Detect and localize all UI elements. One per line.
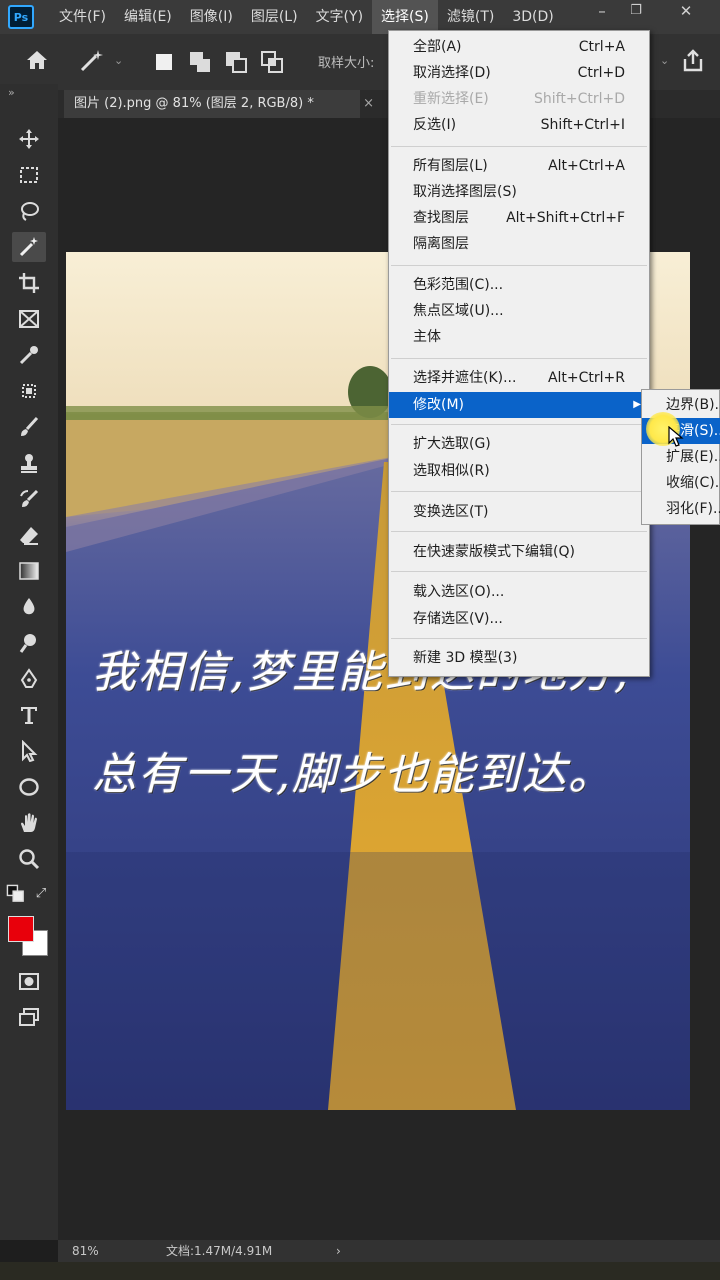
menu-item-find-layers[interactable]: 查找图层 Alt+Shift+Ctrl+F: [389, 205, 649, 231]
dodge-tool-icon[interactable]: [12, 628, 46, 658]
eraser-tool-icon[interactable]: [12, 520, 46, 550]
type-tool-icon[interactable]: [12, 700, 46, 730]
document-tab[interactable]: 图片 (2).png @ 81% (图层 2, RGB/8) * ×: [64, 90, 374, 118]
menu-item-all-layers[interactable]: 所有图层(L) Alt+Ctrl+A: [389, 153, 649, 179]
menu-separator: [391, 531, 647, 532]
path-selection-tool-icon[interactable]: [12, 736, 46, 766]
status-bar: 81% 文档:1.47M/4.91M ›: [58, 1240, 720, 1262]
modify-submenu: 边界(B)... 平滑(S)... 扩展(E)... 收缩(C)... 羽化(F…: [641, 389, 720, 525]
menu-image[interactable]: 图像(I): [181, 0, 242, 34]
menu-item-focus-area[interactable]: 焦点区域(U)...: [389, 298, 649, 324]
menu-item-select-and-mask[interactable]: 选择并遮住(K)... Alt+Ctrl+R: [389, 365, 649, 391]
new-selection-icon[interactable]: [152, 50, 176, 74]
photoshop-logo: Ps: [8, 5, 34, 29]
menu-bar: Ps 文件(F) 编辑(E) 图像(I) 图层(L) 文字(Y) 选择(S) 滤…: [0, 0, 720, 34]
subtract-selection-icon[interactable]: [224, 50, 248, 74]
menu-item-save-selection[interactable]: 存储选区(V)...: [389, 606, 649, 632]
menu-item-deselect-layers[interactable]: 取消选择图层(S): [389, 179, 649, 205]
caption-line-2: 总有一天,脚步也能到达。: [92, 749, 614, 800]
main-menu: 文件(F) 编辑(E) 图像(I) 图层(L) 文字(Y) 选择(S) 滤镜(T…: [50, 0, 563, 34]
submenu-arrow-icon: ▶: [633, 399, 641, 410]
menu-separator: [391, 424, 647, 425]
screen-mode-icon[interactable]: [12, 1002, 46, 1032]
submenu-item-feather[interactable]: 羽化(F)...: [642, 496, 720, 522]
share-icon[interactable]: [680, 48, 706, 78]
marquee-tool-icon[interactable]: [12, 160, 46, 190]
menu-file[interactable]: 文件(F): [50, 0, 115, 34]
ellipse-tool-icon[interactable]: [12, 772, 46, 802]
menu-item-reselect: 重新选择(E) Shift+Ctrl+D: [413, 91, 625, 107]
status-arrow-icon[interactable]: ›: [336, 1240, 341, 1262]
sample-size-label: 取样大小:: [318, 56, 375, 71]
document-size: 文档:1.47M/4.91M: [166, 1244, 273, 1258]
menu-select[interactable]: 选择(S): [372, 0, 438, 34]
close-icon[interactable]: ✕: [672, 0, 700, 22]
chevron-down-icon[interactable]: ⌄: [114, 54, 123, 67]
stamp-tool-icon[interactable]: [12, 448, 46, 478]
menu-type[interactable]: 文字(Y): [307, 0, 372, 34]
document-tab-title: 图片 (2).png @ 81% (图层 2, RGB/8) *: [74, 96, 314, 111]
submenu-item-contract[interactable]: 收缩(C)...: [642, 470, 720, 496]
menu-3d[interactable]: 3D(D): [503, 0, 562, 34]
brush-tool-icon[interactable]: [12, 412, 46, 442]
restore-icon[interactable]: ❐: [622, 0, 650, 22]
minimize-icon[interactable]: –: [588, 0, 616, 22]
menu-item-new-3d-model[interactable]: 新建 3D 模型(3): [389, 645, 649, 671]
bottom-strip: [0, 1262, 720, 1280]
swap-colors-icon[interactable]: ⤢: [32, 884, 50, 902]
menu-item-similar[interactable]: 选取相似(R): [389, 458, 649, 484]
menu-item-transform-selection[interactable]: 变换选区(T): [389, 499, 649, 525]
zoom-tool-icon[interactable]: [12, 844, 46, 874]
magic-wand-tool-icon[interactable]: [12, 232, 46, 262]
select-menu-dropdown: 全部(A) Ctrl+A 取消选择(D) Ctrl+D 重新选择(E) Shift+C…: [388, 30, 650, 677]
menu-item-load-selection[interactable]: 载入选区(O)...: [389, 579, 649, 605]
tools-panel: » ⤢: [0, 84, 58, 1240]
blur-tool-icon[interactable]: [12, 592, 46, 622]
hand-tool-icon[interactable]: [12, 808, 46, 838]
pen-tool-icon[interactable]: [12, 664, 46, 694]
healing-brush-tool-icon[interactable]: [12, 376, 46, 406]
mouse-pointer-icon: [668, 425, 684, 452]
menu-edit[interactable]: 编辑(E): [115, 0, 181, 34]
menu-separator: [391, 358, 647, 359]
menu-separator: [391, 146, 647, 147]
zoom-level[interactable]: 81%: [72, 1240, 99, 1262]
menu-separator: [391, 265, 647, 266]
menu-item-grow[interactable]: 扩大选取(G): [389, 431, 649, 457]
menu-separator: [391, 491, 647, 492]
menu-item-inverse[interactable]: 反选(I) Shift+Ctrl+I: [389, 112, 649, 138]
magic-wand-icon[interactable]: [78, 48, 106, 78]
quick-mask-icon[interactable]: [12, 966, 46, 996]
crop-tool-icon[interactable]: [12, 268, 46, 298]
chevron-down-icon[interactable]: ⌄: [660, 54, 669, 67]
lasso-tool-icon[interactable]: [12, 196, 46, 226]
close-tab-icon[interactable]: ×: [363, 90, 374, 118]
menu-item-deselect[interactable]: 取消选择(D) Ctrl+D: [389, 60, 649, 86]
menu-filter[interactable]: 滤镜(T): [438, 0, 503, 34]
move-tool-icon[interactable]: [12, 124, 46, 154]
frame-tool-icon[interactable]: [12, 304, 46, 334]
home-icon[interactable]: [24, 48, 50, 76]
add-selection-icon[interactable]: [188, 50, 212, 74]
menu-item-all[interactable]: 全部(A) Ctrl+A: [389, 34, 649, 60]
menu-item-modify[interactable]: 修改(M) ▶: [389, 392, 649, 418]
default-colors-icon[interactable]: [6, 884, 26, 904]
intersect-selection-icon[interactable]: [260, 50, 284, 74]
menu-item-subject[interactable]: 主体: [389, 324, 649, 350]
menu-item-isolate-layers[interactable]: 隔离图层: [389, 231, 649, 257]
gradient-tool-icon[interactable]: [12, 556, 46, 586]
history-brush-tool-icon[interactable]: [12, 484, 46, 514]
menu-separator: [391, 571, 647, 572]
eyedropper-tool-icon[interactable]: [12, 340, 46, 370]
menu-separator: [391, 638, 647, 639]
collapse-icon[interactable]: »: [8, 86, 15, 99]
foreground-color-swatch[interactable]: [8, 916, 34, 942]
menu-layer[interactable]: 图层(L): [242, 0, 307, 34]
menu-item-quick-mask[interactable]: 在快速蒙版模式下编辑(Q): [389, 539, 649, 565]
menu-item-color-range[interactable]: 色彩范围(C)...: [389, 272, 649, 298]
